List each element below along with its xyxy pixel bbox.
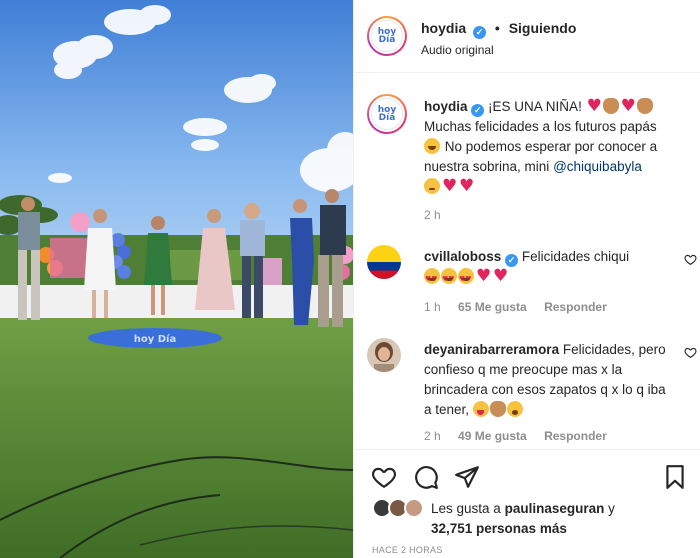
comment-body: deyanirabarreramora Felicidades, pero co… xyxy=(424,340,674,420)
clapping-hands-emoji-icon xyxy=(489,401,506,417)
comment-likes-count[interactable]: 49 Me gusta xyxy=(458,429,527,443)
caption-timestamp[interactable]: 2 h xyxy=(424,208,441,222)
caption-line-2: Muchas felicidades a los futuros papás xyxy=(424,119,657,134)
comment-meta: 2 h 49 Me gusta Responder xyxy=(424,429,621,443)
bookmark-icon[interactable] xyxy=(662,464,688,490)
red-heart-emoji-icon xyxy=(475,268,491,284)
account-avatar[interactable]: hoy Día xyxy=(367,16,407,56)
reply-button[interactable]: Responder xyxy=(544,429,607,443)
caption-line-1: ¡ES UNA NIÑA! xyxy=(488,99,582,114)
comment-likes-count[interactable]: 65 Me gusta xyxy=(458,300,527,314)
user-photo-avatar-icon xyxy=(367,338,401,372)
logo-text-bottom: Día xyxy=(378,35,396,45)
heart-eyes-emoji-icon xyxy=(424,268,440,289)
verified-badge-icon: ✓ xyxy=(473,26,487,39)
likes-text: Les gusta a paulinaseguran y 32,751 pers… xyxy=(431,499,693,539)
liker-avatar xyxy=(404,498,424,518)
comment-time[interactable]: 2 h xyxy=(424,429,441,443)
comment-like-heart-icon[interactable] xyxy=(684,346,697,359)
separator-dot: • xyxy=(494,20,500,36)
caption-username[interactable]: hoydia xyxy=(424,99,468,114)
comment-username[interactable]: cvillaloboss xyxy=(424,249,501,264)
post-media[interactable]: hoy Día xyxy=(0,0,353,558)
commenter-avatar[interactable] xyxy=(367,338,401,372)
heart-bandage-emoji-icon xyxy=(458,178,474,194)
likes-count[interactable]: 32,751 personas más xyxy=(431,521,567,536)
red-heart-emoji-icon xyxy=(586,98,602,114)
audio-label[interactable]: Audio original xyxy=(421,43,494,57)
red-heart-emoji-icon xyxy=(492,268,508,284)
liker-username[interactable]: paulinaseguran xyxy=(505,501,605,516)
following-button[interactable]: Siguiendo xyxy=(509,20,577,36)
svg-text:hoy Día: hoy Día xyxy=(134,333,176,345)
verified-badge-icon: ✓ xyxy=(471,104,485,117)
comment-text: Felicidades chiqui xyxy=(521,249,630,264)
caption-avatar[interactable]: hoy Día xyxy=(367,94,407,134)
zany-face-emoji-icon xyxy=(472,401,489,417)
commenter-avatar[interactable] xyxy=(367,245,401,279)
likes-joiner: y xyxy=(608,501,615,516)
worried-face-emoji-icon xyxy=(424,178,440,194)
surprised-face-emoji-icon xyxy=(506,401,523,417)
post-header: hoy Día hoydia ✓ • Siguiendo Audio origi… xyxy=(354,0,700,73)
paper-plane-icon[interactable] xyxy=(454,464,480,490)
smiling-face-emoji-icon xyxy=(424,138,440,154)
comment-like-heart-icon[interactable] xyxy=(684,253,697,266)
mention-link[interactable]: @chiquibabyla xyxy=(553,159,642,174)
comment-bubble-icon[interactable] xyxy=(413,464,439,490)
clapping-hands-emoji-icon xyxy=(602,98,619,114)
comment-username[interactable]: deyanirabarreramora xyxy=(424,342,559,357)
comment-meta: 1 h 65 Me gusta Responder xyxy=(424,300,621,314)
clapping-hands-emoji-icon xyxy=(636,98,653,114)
colombia-flag-avatar-icon xyxy=(367,245,401,279)
account-username[interactable]: hoydia xyxy=(421,20,466,36)
post-video-frame: hoy Día xyxy=(0,0,353,558)
post-date[interactable]: HACE 2 HORAS xyxy=(372,545,443,555)
comment-body: cvillaloboss ✓ Felicidades chiqui xyxy=(424,247,674,289)
reply-button[interactable]: Responder xyxy=(544,300,607,314)
liker-avatars[interactable] xyxy=(372,498,430,520)
post-actions: Les gusta a paulinaseguran y 32,751 pers… xyxy=(354,449,700,558)
heart-outline-icon[interactable] xyxy=(371,464,397,490)
likes-prefix: Les gusta a xyxy=(431,501,501,516)
post-side-panel: hoy Día hoydia ✓ • Siguiendo Audio origi… xyxy=(353,0,700,558)
heart-eyes-emoji-icon xyxy=(441,268,457,289)
heart-eyes-emoji-icon xyxy=(458,268,474,289)
red-heart-emoji-icon xyxy=(441,178,457,194)
comment-time[interactable]: 1 h xyxy=(424,300,441,314)
red-heart-emoji-icon xyxy=(620,98,636,114)
caption-text: hoydia ✓ ¡ES UNA NIÑA! Muchas felicidade… xyxy=(424,97,694,197)
logo-text-bottom: Día xyxy=(378,113,396,123)
